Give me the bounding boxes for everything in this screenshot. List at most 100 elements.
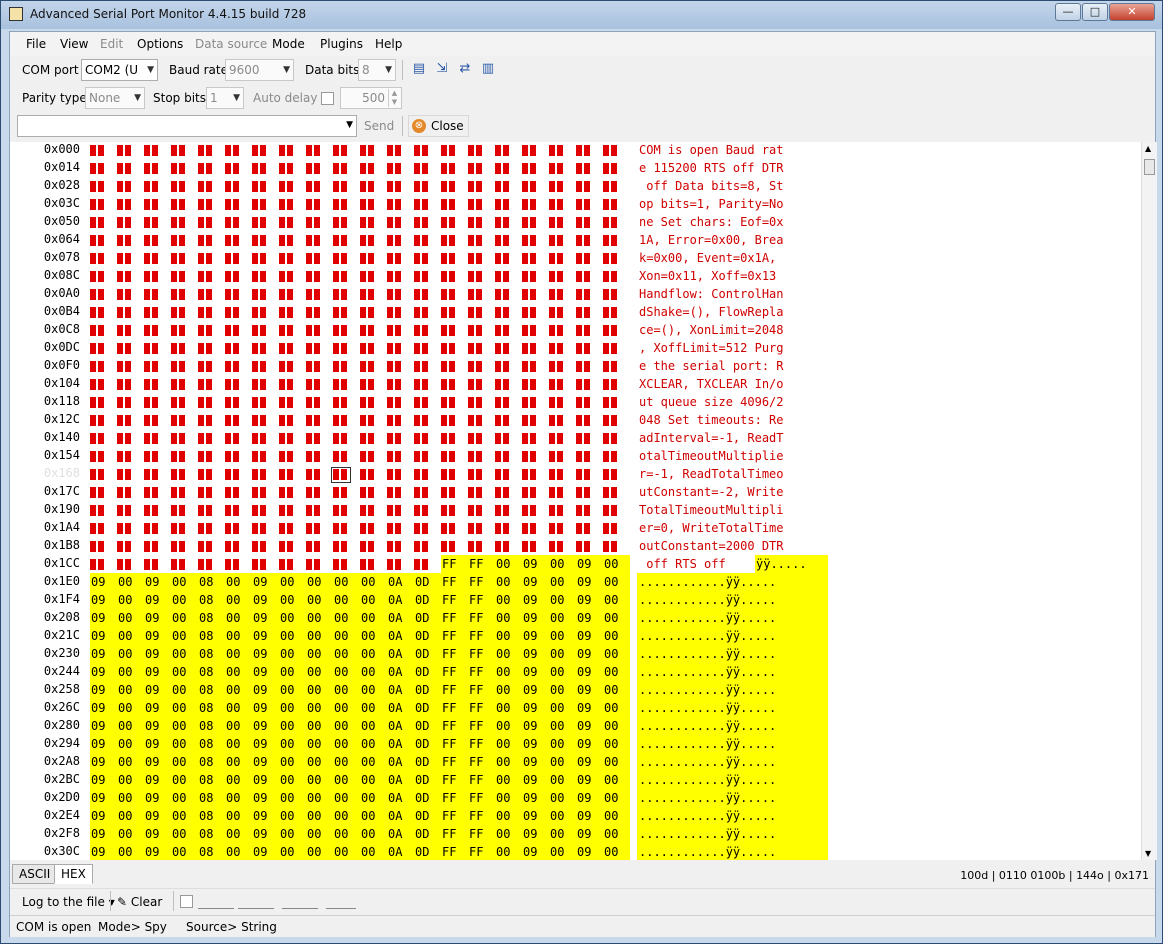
hex-byte-cell[interactable] xyxy=(360,465,387,483)
hex-byte-cell[interactable] xyxy=(117,411,144,429)
hex-byte-cell[interactable] xyxy=(333,231,360,249)
hex-byte-cell[interactable]: 09 xyxy=(144,627,171,645)
hex-byte-cell[interactable]: 00 xyxy=(225,627,252,645)
baud-rate-select[interactable]: 9600 ▼ xyxy=(225,59,294,81)
hex-byte-cell[interactable]: 00 xyxy=(603,645,630,663)
hex-byte-cell[interactable] xyxy=(117,519,144,537)
hex-byte-cell[interactable] xyxy=(225,465,252,483)
hex-byte-cell[interactable]: FF xyxy=(441,789,468,807)
hex-byte-cell[interactable] xyxy=(522,249,549,267)
hex-byte-cell[interactable]: 08 xyxy=(198,663,225,681)
hex-byte-cell[interactable] xyxy=(171,195,198,213)
hex-byte-cell[interactable]: 00 xyxy=(549,699,576,717)
hex-byte-cell[interactable]: 00 xyxy=(171,807,198,825)
hex-byte-cell[interactable]: 09 xyxy=(576,699,603,717)
hex-byte-cell[interactable] xyxy=(90,159,117,177)
hex-byte-cell[interactable]: 00 xyxy=(333,789,360,807)
hex-byte-cell[interactable] xyxy=(522,465,549,483)
hex-byte-cell[interactable] xyxy=(414,142,441,159)
hex-byte-cell[interactable]: 00 xyxy=(279,735,306,753)
hex-byte-cell[interactable] xyxy=(90,537,117,555)
hex-byte-cell[interactable] xyxy=(279,501,306,519)
hex-byte-cell[interactable]: 08 xyxy=(198,591,225,609)
hex-byte-cell[interactable] xyxy=(468,447,495,465)
hex-byte-cell[interactable]: 00 xyxy=(171,663,198,681)
hex-byte-cell[interactable] xyxy=(252,177,279,195)
hex-byte-cell[interactable]: 00 xyxy=(171,699,198,717)
hex-byte-cell[interactable] xyxy=(522,213,549,231)
hex-byte-cell[interactable]: 09 xyxy=(522,735,549,753)
hex-byte-cell[interactable]: 09 xyxy=(252,627,279,645)
hex-byte-cell[interactable] xyxy=(279,339,306,357)
hex-byte-cell[interactable]: 00 xyxy=(279,825,306,843)
hex-byte-cell[interactable] xyxy=(117,231,144,249)
hex-byte-cell[interactable]: 00 xyxy=(225,663,252,681)
hex-byte-cell[interactable] xyxy=(387,142,414,159)
hex-byte-cell[interactable]: 00 xyxy=(279,789,306,807)
menu-file[interactable]: File xyxy=(26,37,46,51)
hex-byte-cell[interactable]: 00 xyxy=(225,573,252,591)
hex-byte-cell[interactable] xyxy=(306,393,333,411)
hex-byte-cell[interactable] xyxy=(225,411,252,429)
tab-hex[interactable]: HEX xyxy=(54,864,93,884)
hex-byte-cell[interactable] xyxy=(468,267,495,285)
hex-byte-cell[interactable]: 09 xyxy=(576,753,603,771)
hex-byte-cell[interactable]: 09 xyxy=(90,645,117,663)
hex-byte-cell[interactable] xyxy=(522,537,549,555)
hex-byte-cell[interactable] xyxy=(117,393,144,411)
hex-byte-cell[interactable] xyxy=(90,249,117,267)
hex-byte-cell[interactable]: 09 xyxy=(522,843,549,860)
hex-byte-cell[interactable]: 00 xyxy=(225,699,252,717)
hex-byte-cell[interactable] xyxy=(414,447,441,465)
hex-byte-cell[interactable]: 09 xyxy=(576,573,603,591)
hex-byte-cell[interactable] xyxy=(576,303,603,321)
hex-byte-cell[interactable]: 09 xyxy=(522,573,549,591)
hex-byte-cell[interactable]: 0A xyxy=(387,789,414,807)
hex-byte-cell[interactable] xyxy=(171,375,198,393)
hex-byte-cell[interactable] xyxy=(198,519,225,537)
hex-byte-cell[interactable]: 00 xyxy=(360,663,387,681)
hex-byte-cell[interactable]: 09 xyxy=(576,681,603,699)
hex-byte-cell[interactable]: 09 xyxy=(144,663,171,681)
hex-byte-cell[interactable]: 09 xyxy=(522,609,549,627)
hex-byte-cell[interactable]: 00 xyxy=(549,645,576,663)
hex-byte-cell[interactable] xyxy=(333,357,360,375)
hex-byte-cell[interactable]: FF xyxy=(468,555,495,573)
hex-byte-cell[interactable] xyxy=(90,411,117,429)
hex-byte-cell[interactable] xyxy=(279,393,306,411)
hex-byte-cell[interactable]: 00 xyxy=(279,681,306,699)
hex-byte-cell[interactable] xyxy=(441,375,468,393)
hex-byte-cell[interactable]: 00 xyxy=(603,771,630,789)
hex-byte-cell[interactable] xyxy=(387,195,414,213)
hex-byte-cell[interactable] xyxy=(279,231,306,249)
hex-byte-cell[interactable]: 00 xyxy=(171,573,198,591)
hex-byte-cell[interactable]: 00 xyxy=(549,591,576,609)
hex-byte-cell[interactable]: 00 xyxy=(495,753,522,771)
hex-byte-cell[interactable] xyxy=(360,447,387,465)
hex-byte-cell[interactable]: 00 xyxy=(549,609,576,627)
hex-byte-cell[interactable]: 09 xyxy=(90,717,117,735)
hex-byte-cell[interactable] xyxy=(576,501,603,519)
hex-byte-cell[interactable] xyxy=(144,519,171,537)
hex-byte-cell[interactable]: 00 xyxy=(549,663,576,681)
hex-byte-cell[interactable] xyxy=(144,537,171,555)
hex-byte-cell[interactable]: FF xyxy=(468,717,495,735)
hex-byte-cell[interactable]: FF xyxy=(441,645,468,663)
hex-byte-cell[interactable] xyxy=(387,465,414,483)
hex-byte-cell[interactable] xyxy=(576,159,603,177)
hex-byte-cell[interactable] xyxy=(171,303,198,321)
hex-byte-cell[interactable] xyxy=(603,249,630,267)
hex-byte-cell[interactable]: 0D xyxy=(414,681,441,699)
hex-byte-cell[interactable] xyxy=(198,303,225,321)
hex-byte-cell[interactable] xyxy=(198,177,225,195)
hex-byte-cell[interactable] xyxy=(387,177,414,195)
hex-byte-cell[interactable]: 09 xyxy=(576,645,603,663)
hex-byte-cell[interactable]: FF xyxy=(468,771,495,789)
hex-byte-cell[interactable] xyxy=(360,357,387,375)
hex-byte-cell[interactable] xyxy=(90,339,117,357)
hex-byte-cell[interactable]: 00 xyxy=(117,771,144,789)
hex-byte-cell[interactable] xyxy=(576,375,603,393)
hex-byte-cell[interactable]: 09 xyxy=(522,591,549,609)
hex-byte-cell[interactable]: 09 xyxy=(522,699,549,717)
hex-byte-cell[interactable] xyxy=(144,393,171,411)
